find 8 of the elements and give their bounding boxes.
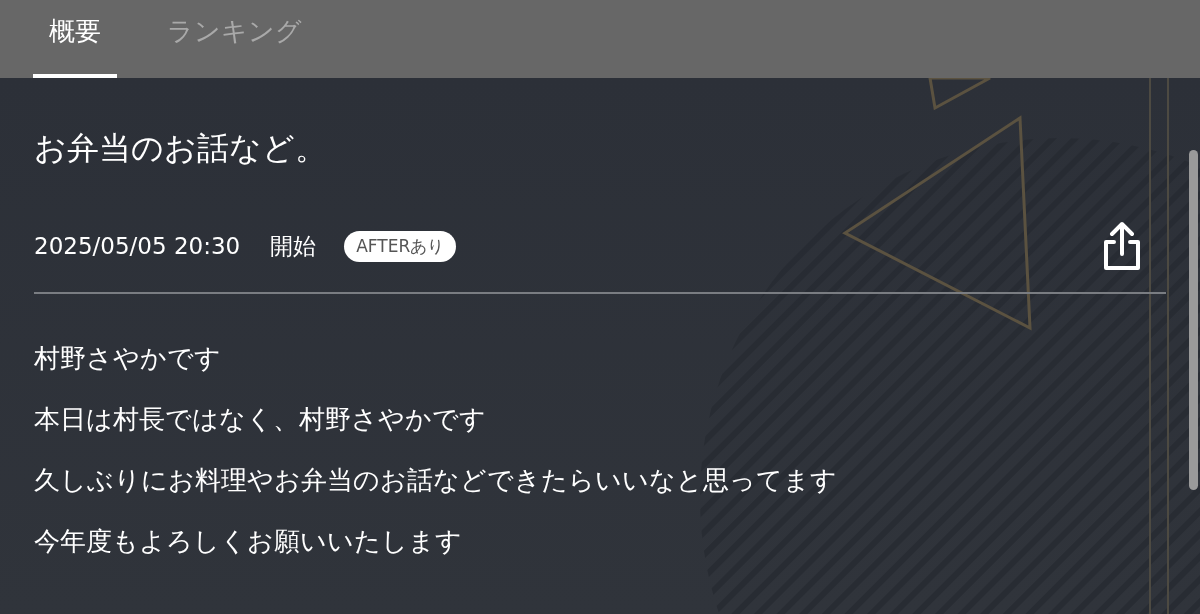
description-line: 村野さやかです <box>34 342 222 375</box>
description-line: 今年度もよろしくお願いいたします <box>34 525 463 558</box>
status-text: 開始 <box>270 231 317 261</box>
start-datetime: 2025/05/05 20:30 <box>34 233 241 259</box>
event-title: お弁当のお話など。 <box>34 128 328 169</box>
after-badge: AFTERあり <box>344 230 457 262</box>
description-line: 本日は村長ではなく、村野さやかです <box>34 403 487 436</box>
description-line: 久しぶりにお料理やお弁当のお話などできたらいいなと思ってます <box>34 464 838 497</box>
